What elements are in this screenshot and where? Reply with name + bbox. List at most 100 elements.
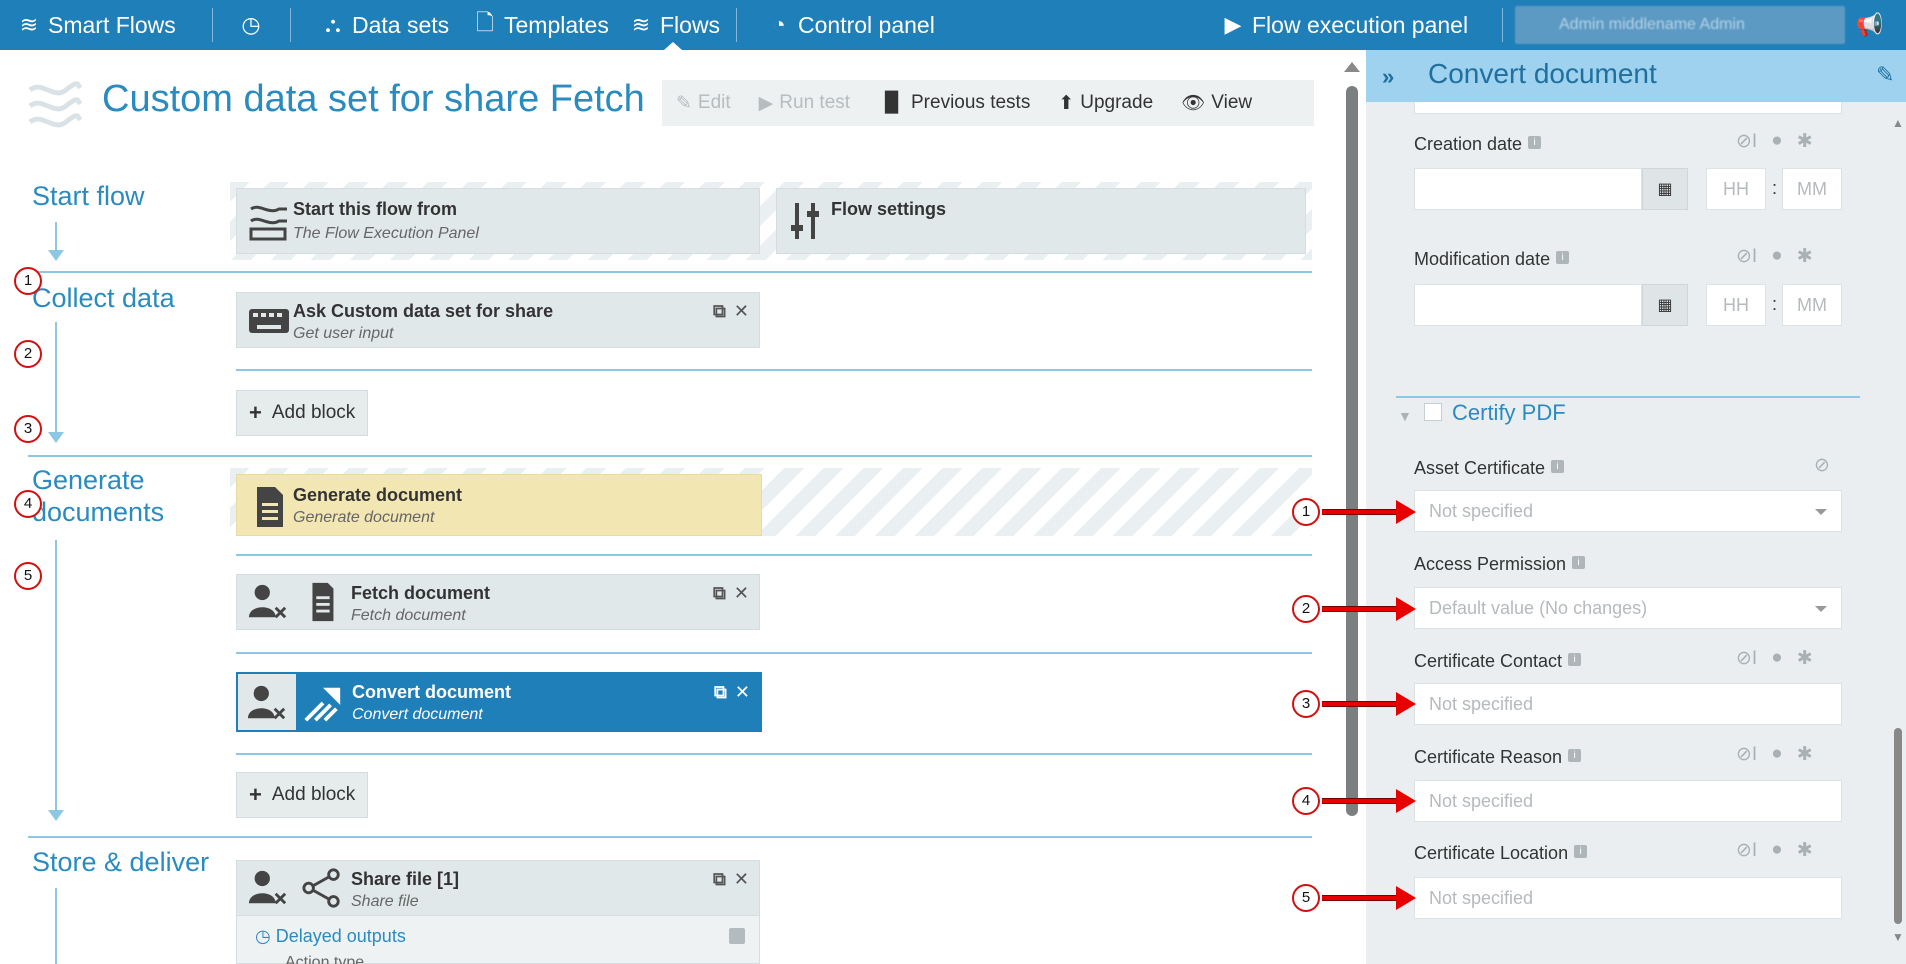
block-subtitle: Generate document [293,509,435,526]
link-variable-icon[interactable]: ⊘I [1736,647,1757,670]
nav-control-panel[interactable]: ◔ Control panel [768,0,934,50]
flow-execution-panel-link[interactable]: ▶ Flow execution panel [1222,0,1469,50]
edit-button[interactable]: ✎ Edit [662,92,745,115]
scroll-down-arrow[interactable]: ▼ [1892,930,1904,944]
callout-marker: 2 [14,340,42,368]
bar-chart-icon: ▐▌ [878,92,905,113]
callout-marker: 1 [1292,498,1320,526]
certificate-reason-input[interactable]: Not specified [1414,780,1842,822]
section-store-deliver: Store & deliver [32,847,210,877]
brand-link[interactable]: ≋ Smart Flows [18,0,176,50]
copy-icon[interactable]: ⧉ [713,583,726,604]
announcements-button[interactable]: 📢 [1856,0,1883,50]
previous-tests-button[interactable]: ▐▌ Previous tests [864,92,1044,114]
calendar-icon[interactable]: ▦ [1642,284,1688,326]
certify-pdf-checkbox[interactable] [1424,403,1442,421]
info-icon[interactable]: i [1568,653,1582,666]
user-remove-icon [247,685,286,720]
nav-templates[interactable]: 🗋 Templates [474,0,609,50]
add-block-button[interactable]: + Add block [236,772,369,818]
link-variable-icon[interactable]: ⊘I [1736,245,1757,268]
block-share-file[interactable]: Share file [1] Share file ⧉ ✕ [236,860,760,916]
scroll-up-arrow[interactable]: ▲ [1892,116,1904,130]
creation-date-input[interactable] [1414,168,1642,210]
panel-scrollbar[interactable] [1894,728,1902,924]
info-icon[interactable]: i [1528,136,1542,149]
scroll-up-arrow[interactable] [1344,62,1360,72]
field-options: ⊘I ● ✱ [1736,130,1813,153]
modification-minute-input[interactable]: MM [1782,284,1842,326]
section-start-flow: Start flow [32,181,145,211]
asset-certificate-select[interactable]: Not specified [1414,490,1842,532]
asterisk-icon[interactable]: ✱ [1797,647,1813,670]
user-remove-icon [248,870,287,905]
view-button[interactable]: 👁 View [1167,91,1266,115]
close-icon[interactable]: ✕ [734,869,749,890]
field-options: ⊘I ● ✱ [1736,647,1813,670]
block-generate-document[interactable]: Generate document Generate document [236,474,762,536]
section-collect-data: Collect data [32,283,175,313]
user-icon[interactable]: ● [1771,647,1782,670]
asterisk-icon[interactable]: ✱ [1797,130,1813,153]
user-icon[interactable]: ● [1771,130,1782,153]
block-start-from[interactable]: Start this flow from The Flow Execution … [236,188,760,254]
modification-hour-input[interactable]: HH [1706,284,1766,326]
row-divider [236,652,1312,654]
info-icon[interactable]: i [1551,460,1565,473]
link-variable-icon[interactable]: ⊘I [1736,743,1757,766]
link-variable-icon[interactable]: ⊘I [1736,130,1757,153]
block-subtitle: Share file [351,893,419,910]
collapse-panel-icon[interactable]: » [1382,64,1394,90]
block-fetch-document[interactable]: Fetch document Fetch document ⧉ ✕ [236,574,760,630]
block-flow-settings[interactable]: Flow settings [776,188,1306,254]
calendar-icon[interactable]: ▦ [1642,168,1688,210]
row-divider [236,369,1312,371]
info-icon[interactable]: i [1572,556,1586,569]
info-icon[interactable] [729,928,745,944]
upgrade-button[interactable]: ⬆ Upgrade [1044,92,1167,115]
close-icon[interactable]: ✕ [734,301,749,322]
block-ask-custom-data[interactable]: Ask Custom data set for share Get user i… [236,292,760,348]
document-icon: 🗋 [476,10,494,35]
history-button[interactable]: ◷ [240,0,262,50]
run-test-button[interactable]: ▶ Run test [745,92,864,115]
play-icon: ▶ [758,92,774,114]
user-icon[interactable]: ● [1771,245,1782,268]
link-variable-icon[interactable]: ⊘I [1736,839,1757,862]
creation-minute-input[interactable]: MM [1782,168,1842,210]
copy-icon[interactable]: ⧉ [713,869,726,890]
asterisk-icon[interactable]: ✱ [1797,839,1813,862]
add-block-button[interactable]: + Add block [236,390,369,436]
section-divider [28,836,1312,838]
certificate-contact-input[interactable]: Not specified [1414,683,1842,725]
user-menu[interactable]: Admin middlename Admin [1515,6,1845,44]
asterisk-icon[interactable]: ✱ [1797,245,1813,268]
copy-icon[interactable]: ⧉ [714,682,727,703]
asterisk-icon[interactable]: ✱ [1797,743,1813,766]
info-icon[interactable]: i [1556,251,1570,264]
pencil-icon[interactable]: ✎ [1876,62,1894,88]
truncated-input [1414,102,1842,114]
certificate-reason-label: Certificate Reason i [1414,747,1582,768]
close-icon[interactable]: ✕ [735,682,750,703]
close-icon[interactable]: ✕ [734,583,749,604]
certificate-location-input[interactable]: Not specified [1414,877,1842,919]
callout-marker: 3 [14,415,42,443]
info-icon[interactable]: i [1568,749,1582,762]
nav-data-sets[interactable]: ⛬ Data sets [322,0,449,50]
flow-waves-icon [28,81,82,128]
block-convert-document[interactable]: Convert document Convert document ⧉ ✕ [236,672,762,732]
access-permission-select[interactable]: Default value (No changes) [1414,587,1842,629]
chevron-down-icon[interactable]: ▼ [1398,408,1412,424]
delayed-outputs-box[interactable]: ◷ Delayed outputs Action type [236,916,760,964]
block-subtitle: Get user input [293,325,394,342]
creation-hour-input[interactable]: HH [1706,168,1766,210]
copy-icon[interactable]: ⧉ [713,301,726,322]
modification-date-input[interactable] [1414,284,1642,326]
info-icon[interactable]: i [1574,845,1588,858]
link-variable-icon[interactable]: ⊘ [1814,454,1830,477]
user-icon[interactable]: ● [1771,839,1782,862]
user-icon[interactable]: ● [1771,743,1782,766]
annotation-arrow [1322,789,1416,813]
block-title: Convert document [352,682,512,702]
